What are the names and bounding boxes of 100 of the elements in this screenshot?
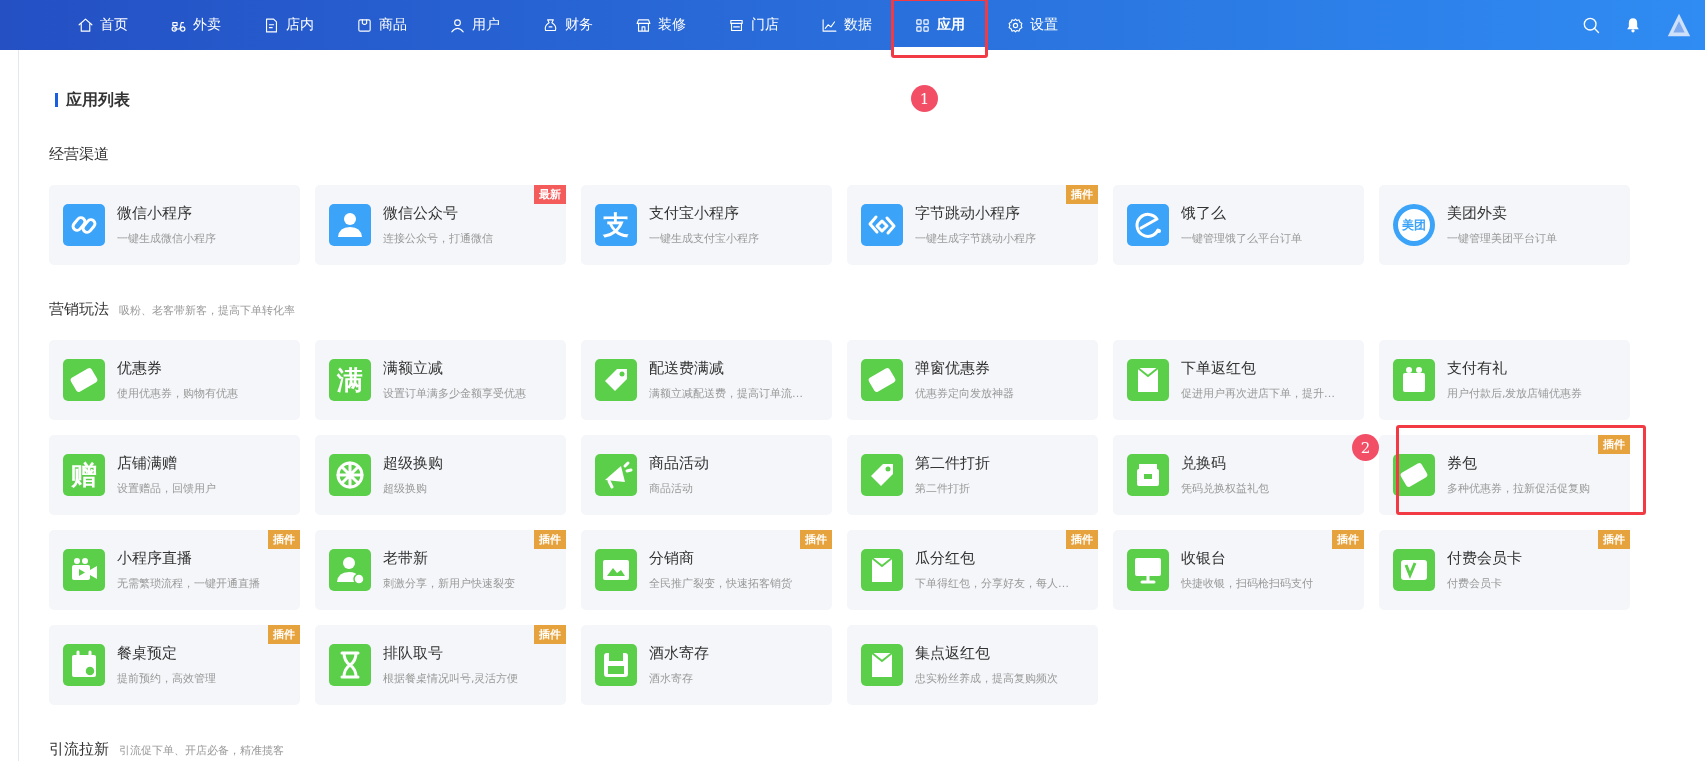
app-name: 支付有礼 [1447,359,1508,378]
app-name: 配送费满减 [649,359,725,378]
app-description: 优惠券定向发放神器 [915,386,1014,401]
app-name: 集点返红包 [915,644,991,663]
app-card[interactable]: 支 支付宝小程序 一键生成支付宝小程序 [581,185,832,265]
app-description: 商品活动 [649,481,694,496]
nav-tab[interactable]: 数据 [800,0,893,50]
app-card[interactable]: 饿了么 一键管理饿了么平台订单 [1113,185,1364,265]
line-chart-icon [821,16,838,34]
app-name: 支付宝小程序 [649,204,740,223]
nav-tab[interactable]: 店内 [242,0,335,50]
app-description: 促进用户再次进店下单，提升… [1181,386,1335,401]
app-description: 一键生成字节跳动小程序 [915,231,1036,246]
app-name: 瓜分红包 [915,549,976,568]
app-card[interactable]: 瓜分红包 下单得红包，分享好友，每人… 插件 [847,530,1098,610]
search-icon [1581,15,1601,35]
app-name: 超级换购 [383,454,443,473]
badge-label: 插件 [1598,530,1630,549]
app-name: 老带新 [383,549,429,568]
badge-label: 插件 [800,530,832,549]
nav-tab[interactable]: 应用 [893,0,986,50]
app-description: 一键管理美团平台订单 [1447,231,1557,246]
app-description: 根据餐桌情况叫号,灵活方便 [383,671,519,686]
app-description: 提前预约，高效管理 [117,671,216,686]
app-card[interactable]: 弹窗优惠券 优惠券定向发放神器 [847,340,1098,420]
app-card[interactable]: 配送费满减 满额立减配送费，提高订单流… [581,340,832,420]
badge-label: 插件 [534,625,566,644]
app-name: 微信小程序 [117,204,193,223]
app-card[interactable]: 老带新 刺激分享，新用户快速裂变 插件 [315,530,566,610]
nav-tab[interactable]: 商品 [335,0,428,50]
badge-label: 插件 [534,530,566,549]
app-card[interactable]: 优惠券 使用优惠券，购物有优惠 [49,340,300,420]
app-card[interactable]: 支付有礼 用户付款后,发放店铺优惠券 [1379,340,1630,420]
badge-label: 插件 [1066,185,1098,204]
app-name: 付费会员卡 [1447,549,1522,568]
nav-tab[interactable]: 用户 [428,0,521,50]
app-name: 下单返红包 [1181,359,1257,378]
app-card[interactable]: 商品活动 商品活动 [581,435,832,515]
app-card[interactable]: 微信小程序 一键生成微信小程序 [49,185,300,265]
nav-tab[interactable]: 首页 [56,0,149,50]
app-description: 用户付款后,发放店铺优惠券 [1447,386,1583,401]
badge-label: 插件 [268,625,300,644]
app-description: 凭码兑换权益礼包 [1181,481,1269,496]
app-description: 无需繁琐流程，一键开通直播 [117,576,260,591]
app-card[interactable]: 美团 美团外卖 一键管理美团平台订单 [1379,185,1630,265]
app-description: 使用优惠券，购物有优惠 [117,386,238,401]
app-description: 忠实粉丝养成，提高复购频次 [915,671,1058,686]
app-card[interactable]: 超级换购 超级换购 [315,435,566,515]
app-description: 刺激分享，新用户快速裂变 [383,576,515,591]
app-name: 商品活动 [649,454,709,473]
app-name: 排队取号 [383,644,444,663]
section-title: 经营渠道 [49,145,109,164]
app-name: 餐桌预定 [117,644,178,663]
section-title: 引流拉新 [49,740,109,759]
app-card[interactable]: 券包 多种优惠券，拉新促活促复购 插件 [1379,435,1630,515]
nav-tab[interactable]: 门店 [707,0,800,50]
home-icon [77,16,94,34]
app-card[interactable]: 下单返红包 促进用户再次进店下单，提升… [1113,340,1364,420]
app-name: 兑换码 [1181,454,1227,473]
app-card[interactable]: 字节跳动小程序 一键生成字节跳动小程序 插件 [847,185,1098,265]
app-description: 全民推广裂变，快速拓客销货 [649,576,792,591]
box-icon [356,16,373,34]
app-card[interactable]: 付费会员卡 付费会员卡 插件 [1379,530,1630,610]
app-description: 第二件打折 [915,481,971,496]
app-card[interactable]: 分销商 全民推广裂变，快速拓客销货 插件 [581,530,832,610]
step-marker: 2 [1352,434,1379,461]
app-icon: 支 [595,204,637,246]
app-description: 酒水寄存 [649,671,694,686]
step-marker: 1 [911,85,938,112]
app-description: 多种优惠券，拉新促活促复购 [1447,481,1590,496]
app-card[interactable]: 第二件打折 第二件打折 [847,435,1098,515]
app-card[interactable]: 收银台 快捷收银，扫码枪扫码支付 插件 [1113,530,1364,610]
nav-tab[interactable]: 装修 [614,0,707,50]
app-card[interactable]: 小程序直播 无需繁琐流程，一键开通直播 插件 [49,530,300,610]
nav-tab[interactable]: 外卖 [149,0,242,50]
app-card[interactable]: 赠 店铺满赠 设置赠品，回馈用户 [49,435,300,515]
app-card[interactable]: 酒水寄存 酒水寄存 [581,625,832,705]
app-name: 弹窗优惠券 [915,359,991,378]
app-icon: 美团 [1393,204,1435,246]
app-name: 分销商 [649,549,695,568]
app-card[interactable]: 餐桌预定 提前预约，高效管理 插件 [49,625,300,705]
app-card[interactable]: 排队取号 根据餐桌情况叫号,灵活方便 插件 [315,625,566,705]
badge-label: 插件 [1598,435,1630,454]
app-description: 一键管理饿了么平台订单 [1181,231,1302,246]
app-description: 连接公众号，打通微信 [383,231,493,246]
app-card[interactable]: 集点返红包 忠实粉丝养成，提高复购频次 [847,625,1098,705]
accent-bar [55,93,58,107]
app-card[interactable]: 满 满额立减 设置订单满多少金额享受优惠 [315,340,566,420]
app-description: 一键生成支付宝小程序 [649,231,759,246]
nav-tab[interactable]: 设置 [986,0,1079,50]
shop-icon [635,16,652,34]
nav-tab[interactable]: 财务 [521,0,614,50]
app-name: 满额立减 [383,359,444,378]
app-name: 收银台 [1181,549,1227,568]
app-name: 第二件打折 [915,454,990,473]
app-card[interactable]: 微信公众号 连接公众号，打通微信 最新 [315,185,566,265]
section-subtitle: 引流促下单、开店必备，精准揽客 [119,743,284,758]
app-description: 一键生成微信小程序 [117,231,216,246]
section-title: 营销玩法 [49,300,109,319]
app-icon: 赠 [63,454,105,496]
